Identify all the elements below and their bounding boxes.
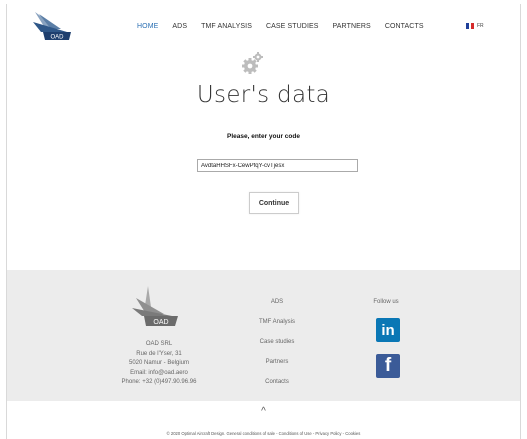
- page-frame: OAD HOME ADS TMF ANALYSIS CASE STUDIES P…: [6, 4, 521, 439]
- site-header: OAD HOME ADS TMF ANALYSIS CASE STUDIES P…: [7, 4, 520, 48]
- site-footer: OAD OAD SRL Rue de l'Yser, 31 5020 Namur…: [7, 270, 520, 401]
- nav-partners[interactable]: PARTNERS: [333, 23, 371, 30]
- nav-contacts[interactable]: CONTACTS: [385, 23, 424, 30]
- nav-ads[interactable]: ADS: [172, 23, 187, 30]
- facebook-icon[interactable]: f: [376, 354, 400, 378]
- nav-tmf-analysis[interactable]: TMF ANALYSIS: [201, 23, 252, 30]
- french-flag-icon: [466, 23, 475, 29]
- oad-logo[interactable]: OAD: [31, 10, 75, 42]
- language-switch[interactable]: FR: [466, 23, 484, 29]
- footer-oad-logo[interactable]: OAD: [130, 284, 182, 330]
- svg-text:OAD: OAD: [153, 319, 168, 326]
- footer-links: ADS TMF Analysis Case studies Partners C…: [227, 299, 327, 399]
- continue-button[interactable]: Continue: [249, 192, 299, 214]
- footer-link-ads[interactable]: ADS: [227, 299, 327, 319]
- gears-icon: [242, 52, 263, 74]
- follow-us-label: Follow us: [373, 299, 399, 305]
- address-city: 5020 Namur - Belgium: [128, 360, 190, 366]
- main-nav: HOME ADS TMF ANALYSIS CASE STUDIES PARTN…: [137, 23, 438, 30]
- address-phone: Phone: +32 (0)497.90.96.96: [121, 379, 197, 385]
- linkedin-icon[interactable]: in: [376, 318, 400, 342]
- scroll-top-icon[interactable]: ^: [7, 406, 520, 417]
- footer-bottom: ^ © 2020 Optimal Aircraft Design. Genera…: [7, 401, 520, 439]
- address-email[interactable]: Email: info@oad.aero: [103, 369, 215, 379]
- footer-link-tmf-analysis[interactable]: TMF Analysis: [227, 319, 327, 339]
- company-address: OAD SRL Rue de l'Yser, 31 5020 Namur - B…: [103, 340, 215, 388]
- address-company: OAD SRL: [145, 341, 173, 347]
- address-street: Rue de l'Yser, 31: [136, 350, 182, 357]
- legal-links[interactable]: © 2020 Optimal Aircraft Design. General …: [7, 431, 520, 436]
- footer-link-partners[interactable]: Partners: [227, 359, 327, 379]
- language-label: FR: [477, 23, 484, 29]
- nav-home[interactable]: HOME: [137, 23, 158, 30]
- code-prompt: Please, enter your code: [227, 133, 300, 140]
- svg-text:OAD: OAD: [50, 35, 64, 41]
- nav-case-studies[interactable]: CASE STUDIES: [266, 23, 319, 30]
- footer-link-contacts[interactable]: Contacts: [227, 379, 327, 399]
- code-input[interactable]: [197, 159, 358, 172]
- page-title: User's data: [196, 82, 331, 108]
- footer-link-case-studies[interactable]: Case studies: [227, 339, 327, 359]
